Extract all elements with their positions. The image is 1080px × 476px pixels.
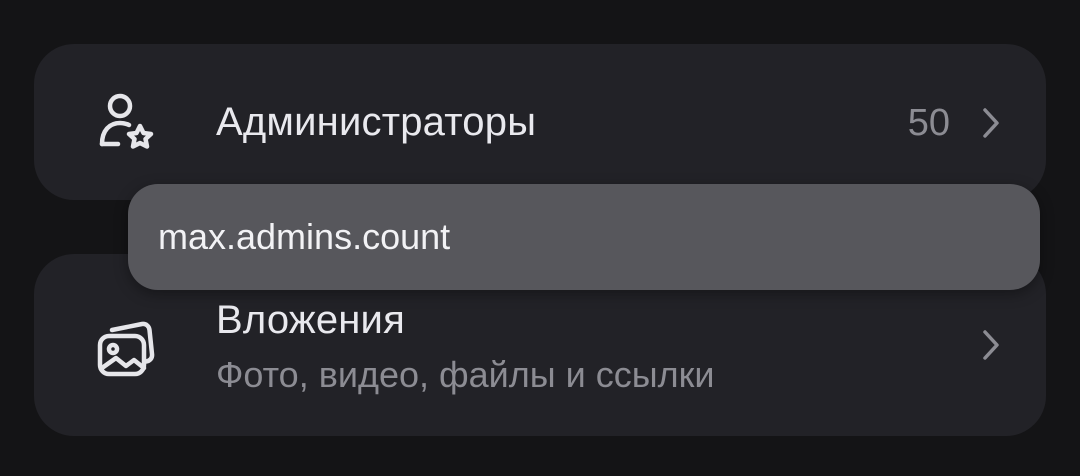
administrators-title: Администраторы <box>216 100 537 144</box>
string-key-tooltip: max.admins.count <box>128 184 1040 290</box>
chevron-right-icon <box>980 328 1002 362</box>
administrators-count: 50 <box>907 102 950 144</box>
tooltip-text: max.admins.count <box>158 216 451 257</box>
administrators-row[interactable]: Администраторы 50 <box>34 44 1046 200</box>
gallery-images-icon <box>94 316 158 380</box>
attachments-subtitle: Фото, видео, файлы и ссылки <box>216 354 715 395</box>
settings-screen: Администраторы 50 Вложения Фото, видео, … <box>0 0 1080 476</box>
attachments-title: Вложения <box>216 298 405 342</box>
admin-user-star-icon <box>94 90 158 154</box>
chevron-right-icon <box>980 106 1002 140</box>
